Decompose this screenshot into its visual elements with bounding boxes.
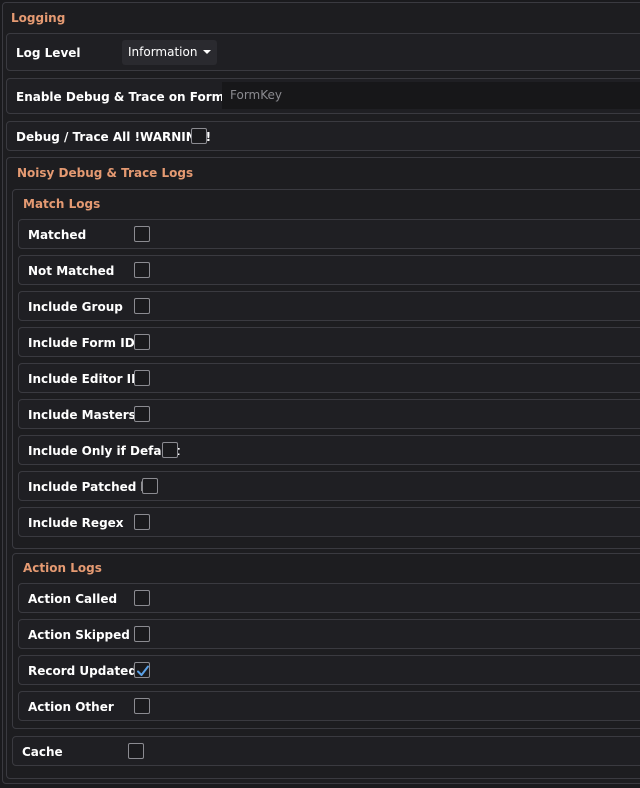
list-item [18,219,640,249]
action-other-label: Action Other [28,700,114,714]
checkmark-icon [137,665,149,676]
include-only-default-checkbox[interactable] [162,442,178,458]
log-level-row [6,33,640,71]
action-skipped-checkbox[interactable] [134,626,150,642]
log-level-select[interactable]: Information [122,40,217,65]
noisy-title: Noisy Debug & Trace Logs [17,166,194,180]
log-level-label: Log Level [16,46,81,60]
debug-formkey-label: Enable Debug & Trace on Form Key [16,90,254,104]
formkey-input[interactable] [228,87,632,103]
include-form-id-label: Include Form ID [28,336,135,350]
action-logs-title: Action Logs [23,561,102,575]
debug-all-checkbox[interactable] [191,128,207,144]
include-regex-label: Include Regex [28,516,124,530]
dropdown-caret-icon [203,50,211,54]
action-other-checkbox[interactable] [134,698,150,714]
include-editor-id-label: Include Editor ID [28,372,142,386]
logging-title: Logging [11,11,66,25]
action-called-label: Action Called [28,592,118,606]
include-group-checkbox[interactable] [134,298,150,314]
action-called-checkbox[interactable] [134,590,150,606]
not-matched-label: Not Matched [28,264,115,278]
not-matched-checkbox[interactable] [134,262,150,278]
include-masters-checkbox[interactable] [134,406,150,422]
record-updated-label: Record Updated [28,664,137,678]
cache-row [12,736,640,766]
include-editor-id-checkbox[interactable] [134,370,150,386]
log-level-value: Information [128,45,198,59]
matched-checkbox[interactable] [134,226,150,242]
include-only-default-label: Include Only if Default [28,444,180,458]
record-updated-checkbox[interactable] [134,662,150,678]
include-regex-checkbox[interactable] [134,514,150,530]
cache-label: Cache [22,745,63,759]
include-patched-by-label: Include Patched by [28,480,157,494]
action-skipped-label: Action Skipped [28,628,130,642]
include-masters-label: Include Masters [28,408,136,422]
cache-checkbox[interactable] [128,743,144,759]
include-patched-by-checkbox[interactable] [142,478,158,494]
include-group-label: Include Group [28,300,123,314]
matched-label: Matched [28,228,87,242]
match-logs-title: Match Logs [23,197,101,211]
debug-all-label: Debug / Trace All !WARNING! [16,130,212,144]
formkey-field-box [222,82,640,109]
include-form-id-checkbox[interactable] [134,334,150,350]
